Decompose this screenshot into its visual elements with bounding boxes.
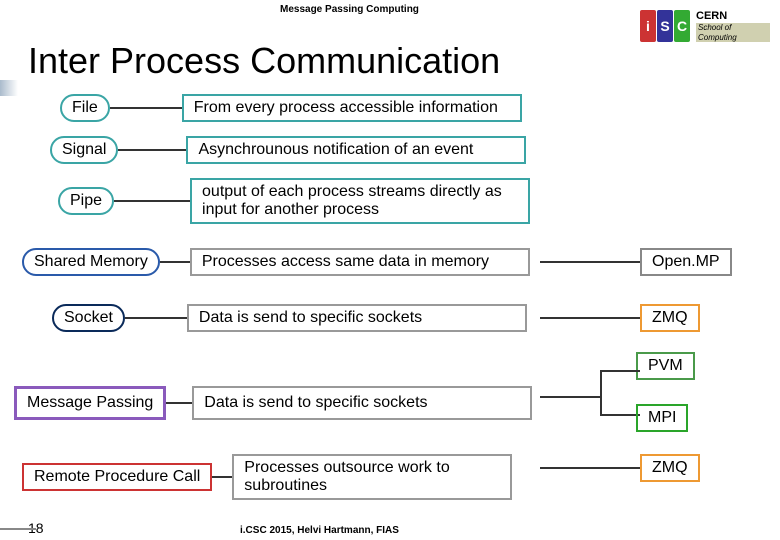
tech-mpi: MPI (636, 404, 688, 432)
connector (110, 107, 182, 109)
row-mp-conn (540, 376, 640, 414)
label-rpc: Remote Procedure Call (22, 463, 212, 491)
desc-socket: Data is send to specific sockets (187, 304, 527, 332)
connector (540, 317, 640, 319)
page-title: Inter Process Communication (28, 40, 500, 82)
tech-zmq: ZMQ (640, 304, 700, 332)
desc-signal: Asynchrounous notification of an event (186, 136, 526, 164)
header-subject: Message Passing Computing (280, 4, 419, 15)
row-rpc-tag: ZMQ (540, 454, 700, 482)
desc-file: From every process accessible informatio… (182, 94, 522, 122)
org-logo: i S C CERN School of Computing (640, 4, 770, 48)
title-accent (0, 80, 18, 96)
connector (540, 467, 640, 469)
connector (160, 261, 190, 263)
page-number: 18 (28, 520, 44, 536)
logo-i-icon: i (640, 10, 656, 42)
tech-openmp: Open.MP (640, 248, 732, 276)
connector (118, 149, 186, 151)
row-file: File From every process accessible infor… (60, 94, 522, 122)
desc-message-passing: Data is send to specific sockets (192, 386, 532, 420)
logo-school: School of Computing (696, 23, 770, 42)
footer-text: i.CSC 2015, Helvi Hartmann, FIAS (240, 525, 399, 536)
row-signal: Signal Asynchrounous notification of an … (50, 136, 526, 164)
logo-s-icon: S (657, 10, 673, 42)
connector (212, 476, 232, 478)
logo-c-icon: C (674, 10, 690, 42)
row-pvm: PVM (636, 352, 695, 380)
connector (166, 402, 192, 404)
row-shmem-tag: Open.MP (540, 248, 732, 276)
desc-pipe: output of each process streams directly … (190, 178, 530, 224)
row-socket-tag: ZMQ (540, 304, 700, 332)
desc-rpc: Processes outsource work to subroutines (232, 454, 512, 500)
row-mpi: MPI (636, 404, 688, 432)
row-socket: Socket Data is send to specific sockets (52, 304, 527, 332)
row-rpc: Remote Procedure Call Processes outsourc… (22, 454, 512, 500)
label-shared-memory: Shared Memory (22, 248, 160, 276)
label-file: File (60, 94, 110, 122)
label-signal: Signal (50, 136, 118, 164)
logo-brand: CERN (696, 10, 770, 23)
row-message-passing: Message Passing Data is send to specific… (14, 386, 532, 420)
label-pipe: Pipe (58, 187, 114, 215)
row-shared-memory: Shared Memory Processes access same data… (22, 248, 530, 276)
connector (114, 200, 190, 202)
tech-pvm: PVM (636, 352, 695, 380)
connector-fork (540, 376, 640, 414)
label-socket: Socket (52, 304, 125, 332)
connector (125, 317, 187, 319)
tech-zmq-rpc: ZMQ (640, 454, 700, 482)
desc-shared-memory: Processes access same data in memory (190, 248, 530, 276)
connector (540, 261, 640, 263)
row-pipe: Pipe output of each process streams dire… (58, 178, 530, 224)
label-message-passing: Message Passing (14, 386, 166, 420)
